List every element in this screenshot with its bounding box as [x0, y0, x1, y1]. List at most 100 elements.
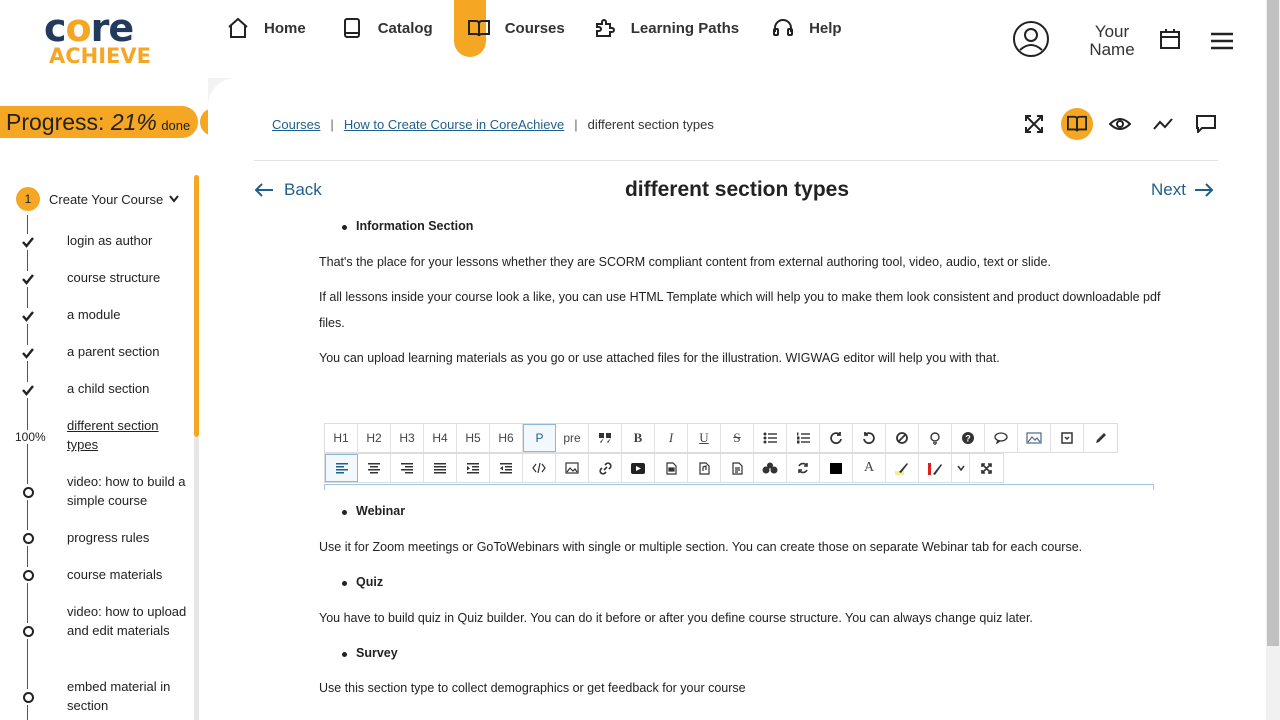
menu-icon[interactable] — [1210, 32, 1234, 50]
nav-catalog[interactable]: Catalog — [330, 0, 443, 56]
refresh-icon[interactable] — [787, 454, 820, 482]
align-center-icon[interactable] — [358, 454, 391, 482]
back-label: Back — [284, 180, 322, 199]
lesson-item[interactable]: a module — [67, 305, 189, 324]
code-icon[interactable] — [523, 454, 556, 482]
lesson-item[interactable]: course materials — [67, 565, 189, 584]
numbered-list-icon[interactable] — [787, 424, 820, 452]
fullscreen-button[interactable] — [1018, 108, 1050, 140]
list-item: Webinar — [341, 504, 406, 518]
check-icon — [20, 271, 36, 287]
lesson-item[interactable]: a parent section — [67, 342, 189, 361]
h5-button[interactable]: H5 — [457, 424, 490, 452]
lesson-toolbar — [1018, 108, 1222, 140]
indent-icon[interactable] — [457, 454, 490, 482]
video-icon[interactable] — [622, 454, 655, 482]
nav-help[interactable]: Help — [761, 0, 852, 56]
wysiwyg-toolbar: H1 H2 H3 H4 H5 H6 P pre B I U S ? A — [324, 423, 1154, 489]
lesson-item[interactable]: a child section — [67, 379, 189, 398]
quote-icon[interactable] — [589, 424, 622, 452]
coreachieve-logo[interactable]: core ACHIEVE — [44, 8, 164, 68]
h1-button[interactable]: H1 — [325, 424, 358, 452]
h3-button[interactable]: H3 — [391, 424, 424, 452]
h2-button[interactable]: H2 — [358, 424, 391, 452]
lesson-timeline — [27, 215, 28, 720]
bold-icon[interactable]: B — [622, 424, 655, 452]
sidebar-scroll-track[interactable] — [194, 437, 199, 720]
strikethrough-icon[interactable]: S — [721, 424, 754, 452]
editor-area[interactable] — [324, 484, 1154, 490]
nav-courses[interactable]: Courses — [457, 0, 575, 56]
help-icon[interactable]: ? — [952, 424, 985, 452]
lesson-item[interactable]: video: how to upload and edit materials — [67, 602, 189, 640]
lesson-item[interactable]: course structure — [67, 268, 189, 287]
file-video-icon[interactable] — [655, 454, 688, 482]
content-view-button[interactable] — [1061, 108, 1093, 140]
bullet-list-icon[interactable] — [754, 424, 787, 452]
undo-icon[interactable] — [853, 424, 886, 452]
align-justify-icon[interactable] — [424, 454, 457, 482]
h4-button[interactable]: H4 — [424, 424, 457, 452]
embed-icon[interactable] — [1051, 424, 1084, 452]
comments-button[interactable] — [1190, 108, 1222, 140]
nav-courses-label: Courses — [504, 19, 565, 37]
italic-icon[interactable]: I — [655, 424, 688, 452]
breadcrumb-separator: | — [574, 117, 578, 132]
headset-icon — [773, 19, 794, 36]
nav-catalog-label: Catalog — [377, 19, 433, 37]
next-label: Next — [1151, 180, 1186, 199]
lesson-item[interactable]: progress rules — [67, 528, 189, 547]
preview-button[interactable] — [1104, 108, 1136, 140]
image-map-icon[interactable] — [1018, 424, 1051, 452]
toolbar-row-format: H1 H2 H3 H4 H5 H6 P pre B I U S ? — [324, 423, 1118, 453]
align-right-icon[interactable] — [391, 454, 424, 482]
chapter-number: 1 — [16, 187, 40, 211]
image-icon[interactable] — [556, 454, 589, 482]
file-text-icon[interactable] — [721, 454, 754, 482]
outdent-icon[interactable] — [490, 454, 523, 482]
chevron-down-icon[interactable] — [952, 454, 970, 482]
pre-button[interactable]: pre — [556, 424, 589, 452]
user-name[interactable]: Your Name — [1082, 23, 1142, 59]
lesson-item[interactable]: embed material in section — [67, 677, 189, 715]
brush-color-icon[interactable] — [919, 454, 952, 482]
breadcrumb-courses[interactable]: Courses — [272, 117, 320, 132]
calendar-icon[interactable] — [1159, 28, 1181, 50]
background-color-icon[interactable] — [820, 454, 853, 482]
clear-format-icon[interactable] — [886, 424, 919, 452]
list-item: Survey — [342, 646, 398, 660]
expand-icon[interactable] — [970, 454, 1003, 482]
h6-button[interactable]: H6 — [490, 424, 523, 452]
activity-button[interactable] — [1147, 108, 1179, 140]
back-link[interactable]: Back — [254, 180, 322, 200]
widgets-icon[interactable] — [754, 454, 787, 482]
page-scrollbar-thumb[interactable] — [1267, 0, 1279, 646]
circle-icon — [20, 484, 36, 500]
user-avatar-icon[interactable] — [1012, 20, 1050, 58]
pencil-icon[interactable] — [1084, 424, 1117, 452]
speech-bubble-icon[interactable] — [985, 424, 1018, 452]
file-audio-icon[interactable] — [688, 454, 721, 482]
link-icon[interactable] — [589, 454, 622, 482]
highlight-icon[interactable] — [886, 454, 919, 482]
nav-home[interactable]: Home — [216, 0, 316, 56]
lightbulb-icon[interactable] — [919, 424, 952, 452]
nav-learning-paths[interactable]: Learning Paths — [583, 0, 749, 56]
lesson-item[interactable]: video: how to build a simple course — [67, 472, 189, 510]
paragraph: Use it for Zoom meetings or GoToWebinars… — [319, 540, 1083, 554]
nav-help-label: Help — [809, 19, 842, 37]
breadcrumb-course[interactable]: How to Create Course in CoreAchieve — [344, 117, 564, 132]
arrow-left-icon — [254, 183, 273, 197]
lesson-item-current[interactable]: different section types — [67, 416, 189, 454]
underline-icon[interactable]: U — [688, 424, 721, 452]
page-title: different section types — [624, 178, 850, 201]
align-left-icon[interactable] — [325, 454, 358, 482]
redo-icon[interactable] — [820, 424, 853, 452]
lesson-item[interactable]: login as author — [67, 231, 189, 250]
text-color-icon[interactable]: A — [853, 454, 886, 482]
sidebar-scroll-thumb[interactable] — [194, 175, 199, 437]
next-link[interactable]: Next — [1151, 180, 1214, 200]
book-open-icon — [1067, 115, 1087, 132]
paragraph-button[interactable]: P — [523, 424, 556, 452]
chapter-header[interactable]: 1 Create Your Course — [16, 187, 179, 211]
